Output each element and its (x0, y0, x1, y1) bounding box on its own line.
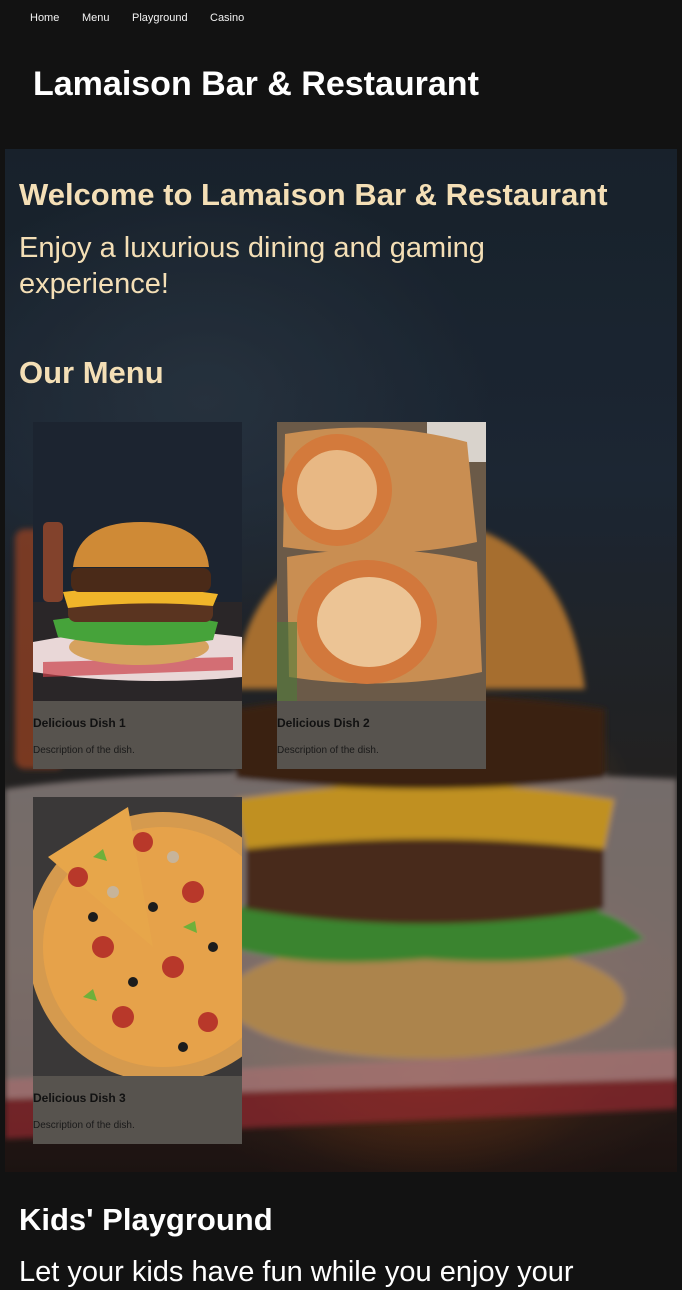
hero-section: Welcome to Lamaison Bar & Restaurant Enj… (5, 149, 677, 1172)
dish-name: Delicious Dish 2 (277, 716, 370, 730)
hero-tagline: Enjoy a luxurious dining and gaming expe… (19, 232, 485, 300)
top-navigation: Home Menu Playground Casino (0, 0, 682, 38)
dish-2-photo (277, 422, 486, 701)
dish-3-photo (33, 797, 242, 1076)
welcome-heading: Welcome to Lamaison Bar & Restaurant (19, 177, 608, 212)
nav-link-home[interactable]: Home (30, 12, 59, 25)
site-title: Lamaison Bar & Restaurant (33, 65, 479, 103)
menu-heading: Our Menu (19, 355, 164, 390)
menu-item-card[interactable]: Delicious Dish 1 Description of the dish… (33, 422, 242, 769)
nav-link-menu[interactable]: Menu (82, 12, 110, 25)
dish-description: Description of the dish. (33, 745, 135, 756)
dish-description: Description of the dish. (33, 1120, 135, 1131)
nav-link-casino[interactable]: Casino (210, 12, 244, 25)
dish-name: Delicious Dish 1 (33, 716, 126, 730)
playground-text: Let your kids have fun while you enjoy y… (19, 1256, 574, 1288)
dish-name: Delicious Dish 3 (33, 1091, 126, 1105)
dish-description: Description of the dish. (277, 745, 379, 756)
dish-1-photo (33, 422, 242, 701)
nav-link-playground[interactable]: Playground (132, 12, 188, 25)
playground-heading: Kids' Playground (19, 1202, 273, 1237)
menu-item-card[interactable]: Delicious Dish 3 Description of the dish… (33, 797, 242, 1144)
menu-item-card[interactable]: Delicious Dish 2 Description of the dish… (277, 422, 486, 769)
